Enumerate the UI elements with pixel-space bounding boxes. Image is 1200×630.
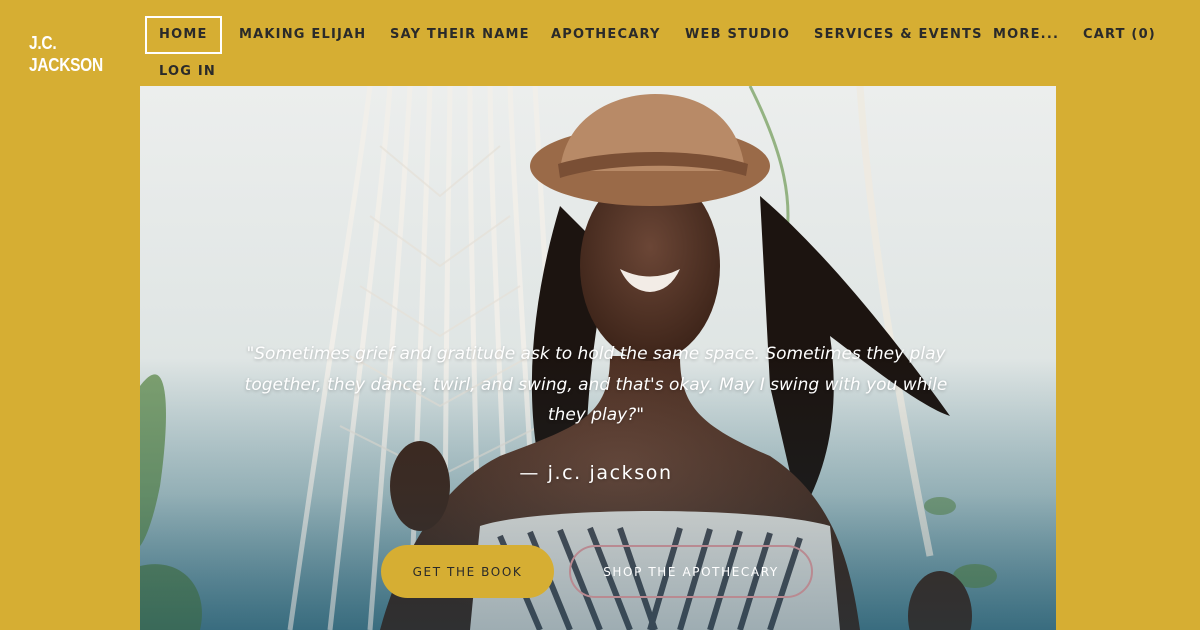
quote-line-3: they play?" [547, 405, 645, 425]
nav-item-home[interactable]: HOME [145, 16, 222, 54]
nav-item-say-their-name[interactable]: SAY THEIR NAME [390, 27, 530, 43]
logo-line-2: JACKSON [29, 55, 103, 75]
nav-item-making-elijah[interactable]: MAKING ELIJAH [239, 27, 366, 43]
quote-line-1: "Sometimes grief and gratitude ask to ho… [246, 344, 946, 364]
page: J.C. JACKSON HOME MAKING ELIJAH SAY THEI… [0, 0, 1200, 630]
quote-line-2: together, they dance, twirl, and swing, … [244, 374, 948, 395]
hero-quote: "Sometimes grief and gratitude ask to ho… [240, 339, 952, 431]
quote-attribution: — j.c. jackson [519, 462, 673, 484]
shop-apothecary-button[interactable]: SHOP THE APOTHECARY [569, 545, 813, 598]
nav-item-cart[interactable]: CART (0) [1083, 27, 1156, 43]
nav-item-apothecary[interactable]: APOTHECARY [551, 27, 661, 43]
nav-item-web-studio[interactable]: WEB STUDIO [685, 27, 790, 43]
logo-line-1: J.C. [29, 33, 57, 53]
nav-item-log-in[interactable]: LOG IN [159, 64, 216, 80]
nav-item-more[interactable]: MORE... [993, 27, 1059, 43]
site-logo[interactable]: J.C. JACKSON [29, 32, 103, 76]
nav-item-services-events[interactable]: SERVICES & EVENTS [814, 27, 983, 43]
get-the-book-button[interactable]: GET THE BOOK [381, 545, 554, 598]
